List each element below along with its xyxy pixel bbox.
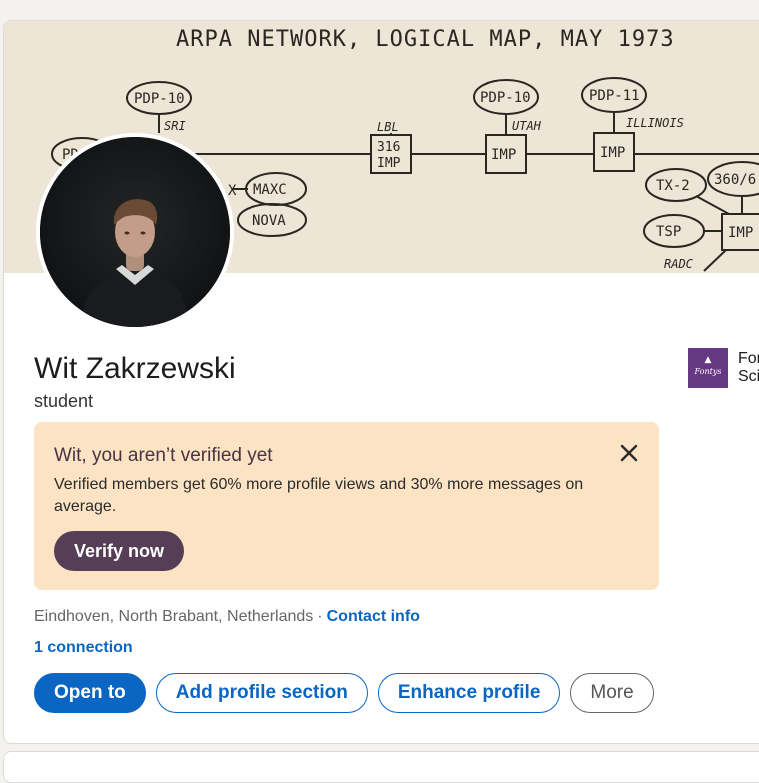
verification-title: Wit, you aren’t verified yet [54, 445, 273, 466]
node-tx2: TX-2 [656, 178, 690, 194]
school-logo: ▲ Fontys [688, 348, 728, 388]
profile-card: PDP-10 SRI PD LBL 316 IMP PDP-10 UTAH IM… [3, 20, 759, 744]
profile-actions: Open to Add profile section Enhance prof… [34, 673, 654, 713]
more-button[interactable]: More [570, 673, 654, 713]
avatar[interactable] [36, 133, 234, 331]
node-nova: NOVA [252, 213, 286, 229]
education-entry[interactable]: ▲ Fontys Fon Sci [688, 348, 759, 392]
connections-line: 1 connection [34, 639, 133, 657]
node-imp-utah: IMP [491, 147, 516, 163]
node-tsp: TSP [656, 224, 681, 240]
connections-link[interactable]: 1 connection [34, 639, 133, 656]
school-logo-text: Fontys [694, 367, 722, 376]
profile-headline: student [34, 391, 94, 411]
add-profile-section-button[interactable]: Add profile section [155, 673, 368, 713]
node-imp-right: IMP [728, 225, 753, 241]
node-maxc: MAXC [253, 182, 287, 198]
node-x: X [228, 183, 237, 199]
avatar-photo [40, 137, 230, 327]
node-sri: SRI [164, 119, 186, 133]
next-section-card [3, 751, 759, 783]
school-logo-emblem: ▲ [704, 355, 712, 365]
enhance-profile-button[interactable]: Enhance profile [377, 673, 561, 713]
school-name-line1: Fon [738, 350, 759, 367]
close-button[interactable] [614, 438, 644, 468]
node-pdp10-utah: PDP-10 [480, 90, 531, 106]
node-utah: UTAH [512, 119, 542, 133]
location-text: Eindhoven, North Brabant, Netherlands [34, 608, 314, 625]
verify-now-button[interactable]: Verify now [54, 531, 185, 571]
person-portrait [40, 137, 230, 327]
location-line: Eindhoven, North Brabant, Netherlands · Co… [34, 608, 420, 626]
location-separator: · [317, 608, 323, 625]
node-illinois: ILLINOIS [626, 116, 684, 130]
school-name: Fon Sci [738, 350, 759, 386]
svg-text:IMP: IMP [377, 156, 401, 171]
verification-text: Verified members get 60% more profile vi… [54, 476, 584, 515]
banner-title: ARPA NETWORK, LOGICAL MAP, MAY 1973 [176, 27, 675, 52]
svg-text:316: 316 [377, 140, 400, 155]
node-pdp10-sri: PDP-10 [134, 91, 185, 107]
node-pdp11: PDP-11 [589, 88, 640, 104]
node-lbl: LBL [377, 120, 399, 134]
open-to-button[interactable]: Open to [34, 673, 146, 713]
node-radc: RADC [664, 257, 694, 271]
profile-name: Wit Zakrzewski [34, 352, 236, 385]
contact-info-link[interactable]: Contact info [327, 608, 420, 625]
node-imp-illinois: IMP [600, 145, 625, 161]
school-name-line2: Sci [738, 368, 759, 385]
close-icon [620, 444, 638, 462]
verification-banner: Wit, you aren’t verified yet Verified me… [34, 422, 659, 590]
node-360: 360/6 [714, 172, 756, 188]
